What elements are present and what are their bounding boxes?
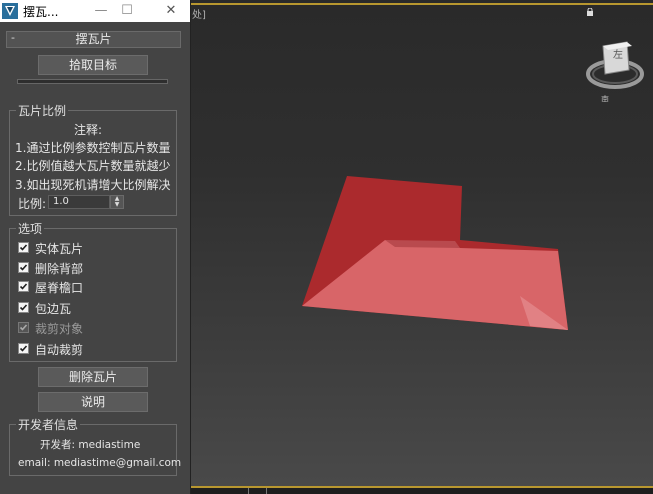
3d-viewport[interactable]: 处] 左 南 <box>190 0 653 494</box>
ridge-eaves-checkbox[interactable] <box>18 281 29 292</box>
note-line-1: 1.通过比例参数控制瓦片数量 <box>15 141 171 155</box>
close-button[interactable]: ✕ <box>158 0 184 22</box>
delete-back-label[interactable]: 删除背部 <box>35 260 83 277</box>
title-bar[interactable]: 摆瓦... — ☐ ✕ <box>0 0 190 22</box>
ratio-spinner-arrows-icon[interactable]: ▲ ▼ <box>110 195 124 209</box>
viewcube[interactable]: 左 南 <box>585 38 645 102</box>
window-title: 摆瓦... <box>23 5 59 19</box>
rollout-collapse-icon[interactable]: - <box>11 31 15 44</box>
solid-tiles-checkbox[interactable] <box>18 242 29 253</box>
checkmark-icon <box>19 304 28 311</box>
developer-email: email: mediastime@gmail.com <box>18 457 182 469</box>
clip-object-label[interactable]: 裁剪对象 <box>35 320 83 337</box>
ridge-eaves-label[interactable]: 屋脊檐口 <box>35 279 83 296</box>
edge-tiles-checkbox[interactable] <box>18 302 29 313</box>
note-line-2: 2.比例值越大瓦片数量就越少 <box>15 159 171 173</box>
minimize-button[interactable]: — <box>88 0 114 22</box>
rollout-header[interactable]: 摆瓦片 - <box>6 31 181 48</box>
roof-model[interactable] <box>190 0 653 494</box>
checkmark-icon <box>19 264 28 271</box>
tile-tool-window: 摆瓦... — ☐ ✕ 摆瓦片 - 拾取目标 瓦片比例 注释: 1.通过比例参数… <box>0 0 191 494</box>
checkmark-icon <box>19 345 28 352</box>
clip-object-checkbox[interactable] <box>18 322 29 333</box>
delete-back-checkbox[interactable] <box>18 262 29 273</box>
checkmark-icon <box>19 244 28 251</box>
edge-tiles-label[interactable]: 包边瓦 <box>35 300 71 317</box>
viewcube-compass: 南 <box>601 94 609 102</box>
options-group-title: 选项 <box>16 220 45 237</box>
note-line-3: 3.如出现死机请增大比例解决 <box>15 178 171 192</box>
checkmark-icon <box>19 324 28 331</box>
tile-ratio-group-title: 瓦片比例 <box>16 102 69 119</box>
3dsmax-app-icon <box>2 3 18 19</box>
help-button[interactable]: 说明 <box>38 392 148 412</box>
ratio-label: 比例: <box>18 197 47 211</box>
solid-tiles-label[interactable]: 实体瓦片 <box>35 240 83 257</box>
maximize-button[interactable]: ☐ <box>114 0 140 22</box>
viewcube-face: 左 <box>613 48 623 61</box>
developer-name: 开发者: mediastime <box>40 439 141 451</box>
viewport-footer <box>190 488 653 494</box>
auto-clip-label[interactable]: 自动裁剪 <box>35 341 83 358</box>
ratio-value: 1.0 <box>53 196 69 207</box>
rollout-title: 摆瓦片 <box>75 32 112 46</box>
developer-info-group-title: 开发者信息 <box>16 416 81 433</box>
auto-clip-checkbox[interactable] <box>18 343 29 354</box>
picked-target-display <box>17 79 168 84</box>
roof-ridge-shadow <box>385 240 460 248</box>
ratio-input[interactable]: 1.0 <box>48 195 110 209</box>
note-heading: 注释: <box>74 123 103 137</box>
pick-target-button[interactable]: 拾取目标 <box>38 55 148 75</box>
checkmark-icon <box>19 283 28 290</box>
delete-tiles-button[interactable]: 删除瓦片 <box>38 367 148 387</box>
